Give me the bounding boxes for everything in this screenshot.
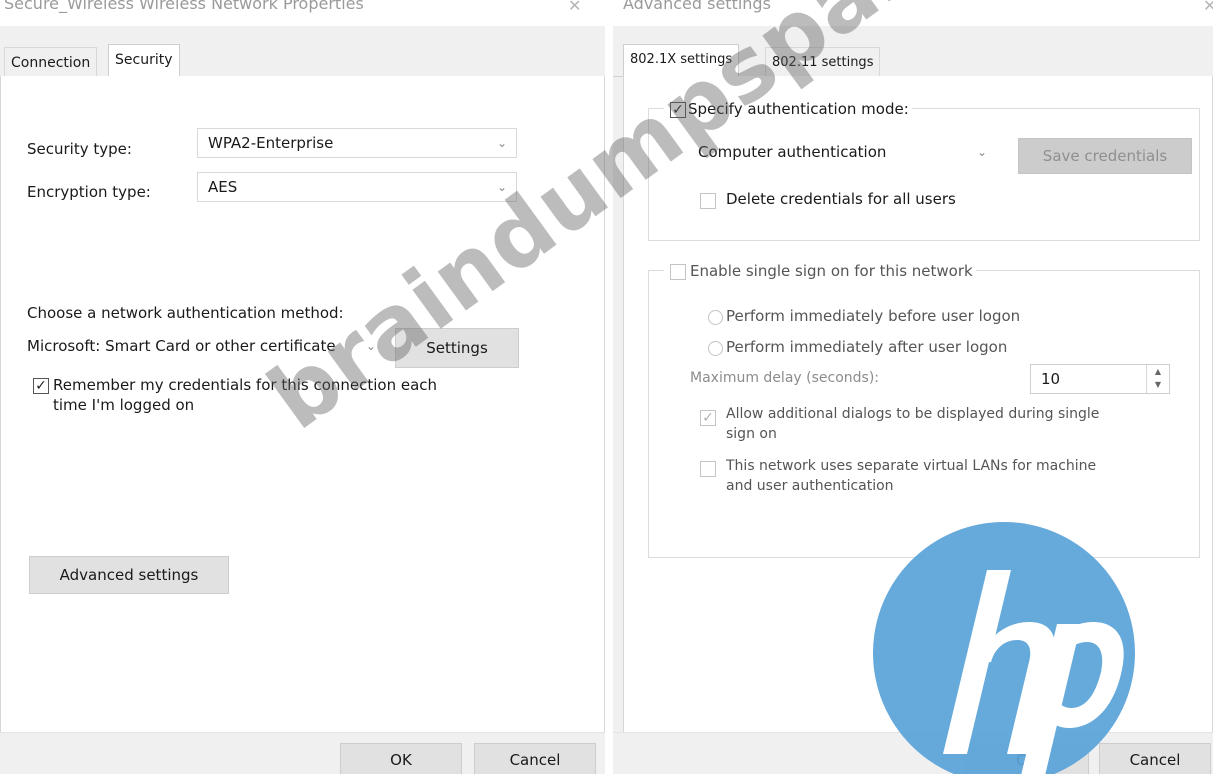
sso-checkbox[interactable] — [670, 264, 686, 280]
dialog-gap — [605, 0, 613, 774]
cancel-button[interactable]: Cancel — [474, 743, 596, 774]
separate-vlans-label-2: and user authentication — [726, 478, 894, 494]
tab-connection[interactable]: Connection — [4, 47, 98, 77]
delete-credentials-checkbox[interactable] — [700, 193, 716, 209]
chevron-down-icon: ⌄ — [365, 339, 376, 353]
save-credentials-button[interactable]: Save credentials — [1018, 138, 1192, 174]
specify-auth-label: Specify authentication mode: — [688, 100, 909, 118]
advanced-settings-dialog: Advanced settings ✕ 802.1X settings 802.… — [613, 0, 1213, 774]
specify-auth-checkbox[interactable]: ✓ — [670, 102, 686, 118]
perform-before-radio[interactable] — [708, 310, 723, 325]
security-tab-page: Security type: WPA2-Enterprise ⌄ Encrypt… — [0, 76, 605, 732]
auth-mode-select[interactable]: Computer authentication ⌄ — [690, 138, 996, 168]
remember-credentials-label-2: time I'm logged on — [53, 396, 195, 414]
encryption-type-value: AES — [208, 178, 238, 196]
network-properties-dialog: Secure_Wireless Wireless Network Propert… — [0, 0, 605, 774]
allow-dialogs-checkbox[interactable]: ✓ — [700, 410, 716, 426]
separate-vlans-checkbox[interactable] — [700, 461, 716, 477]
security-type-value: WPA2-Enterprise — [208, 134, 334, 152]
spinner-arrows-icon[interactable]: ▲ ▼ — [1146, 365, 1169, 393]
allow-dialogs-label-2: sign on — [726, 426, 777, 442]
tab-8021x-settings[interactable]: 802.1X settings — [623, 44, 740, 77]
max-delay-value: 10 — [1041, 370, 1061, 388]
delete-credentials-label: Delete credentials for all users — [726, 190, 956, 208]
sso-legend: Enable single sign on for this network — [664, 262, 976, 280]
title-bar: Secure_Wireless Wireless Network Propert… — [0, 0, 605, 26]
perform-after-radio[interactable] — [708, 341, 723, 356]
separate-vlans-label: This network uses separate virtual LANs … — [726, 458, 1097, 474]
title-bar: Advanced settings ✕ — [613, 0, 1213, 26]
close-icon[interactable]: ✕ — [568, 0, 581, 15]
encryption-type-label: Encryption type: — [27, 183, 151, 201]
perform-before-label: Perform immediately before user logon — [726, 307, 1021, 325]
chevron-down-icon: ⌄ — [976, 145, 987, 159]
tab-security[interactable]: Security — [108, 44, 180, 77]
cancel-button[interactable]: Cancel — [1099, 743, 1211, 774]
encryption-type-select[interactable]: AES ⌄ — [197, 172, 517, 202]
dialog-footer: OK Cancel — [0, 732, 605, 774]
remember-credentials-checkbox[interactable]: ✓ — [33, 378, 49, 394]
auth-mode-group — [648, 108, 1200, 241]
specify-auth-legend: Specify authentication mode: — [664, 100, 912, 118]
sso-label: Enable single sign on for this network — [690, 262, 973, 280]
dialog-footer: OK Cancel — [613, 732, 1213, 774]
security-type-label: Security type: — [27, 140, 132, 158]
advanced-settings-button[interactable]: Advanced settings — [29, 556, 229, 594]
auth-method-value: Microsoft: Smart Card or other certifica… — [27, 337, 336, 355]
dialog-title: Advanced settings — [623, 0, 771, 13]
security-type-select[interactable]: WPA2-Enterprise ⌄ — [197, 128, 517, 158]
settings-button[interactable]: Settings — [395, 328, 519, 368]
remember-credentials-label: Remember my credentials for this connect… — [53, 376, 438, 394]
allow-dialogs-label: Allow additional dialogs to be displayed… — [726, 406, 1100, 422]
tab-80211-settings[interactable]: 802.11 settings — [765, 47, 881, 77]
dialog-title: Secure_Wireless Wireless Network Propert… — [4, 0, 364, 13]
chevron-down-icon: ⌄ — [496, 136, 507, 150]
auth-method-select[interactable]: Microsoft: Smart Card or other certifica… — [19, 332, 385, 362]
perform-after-label: Perform immediately after user logon — [726, 338, 1008, 356]
max-delay-label: Maximum delay (seconds): — [690, 370, 879, 386]
8021x-tab-page: Specify authentication mode: ✓ Computer … — [623, 76, 1213, 732]
auth-mode-value: Computer authentication — [698, 143, 887, 161]
max-delay-spinner[interactable]: 10 ▲ ▼ — [1030, 364, 1170, 394]
close-icon[interactable]: ✕ — [1203, 0, 1213, 15]
chevron-down-icon: ⌄ — [496, 180, 507, 194]
auth-method-label: Choose a network authentication method: — [27, 304, 344, 322]
ok-button[interactable]: OK — [340, 743, 462, 774]
ok-button[interactable]: OK — [965, 743, 1089, 774]
